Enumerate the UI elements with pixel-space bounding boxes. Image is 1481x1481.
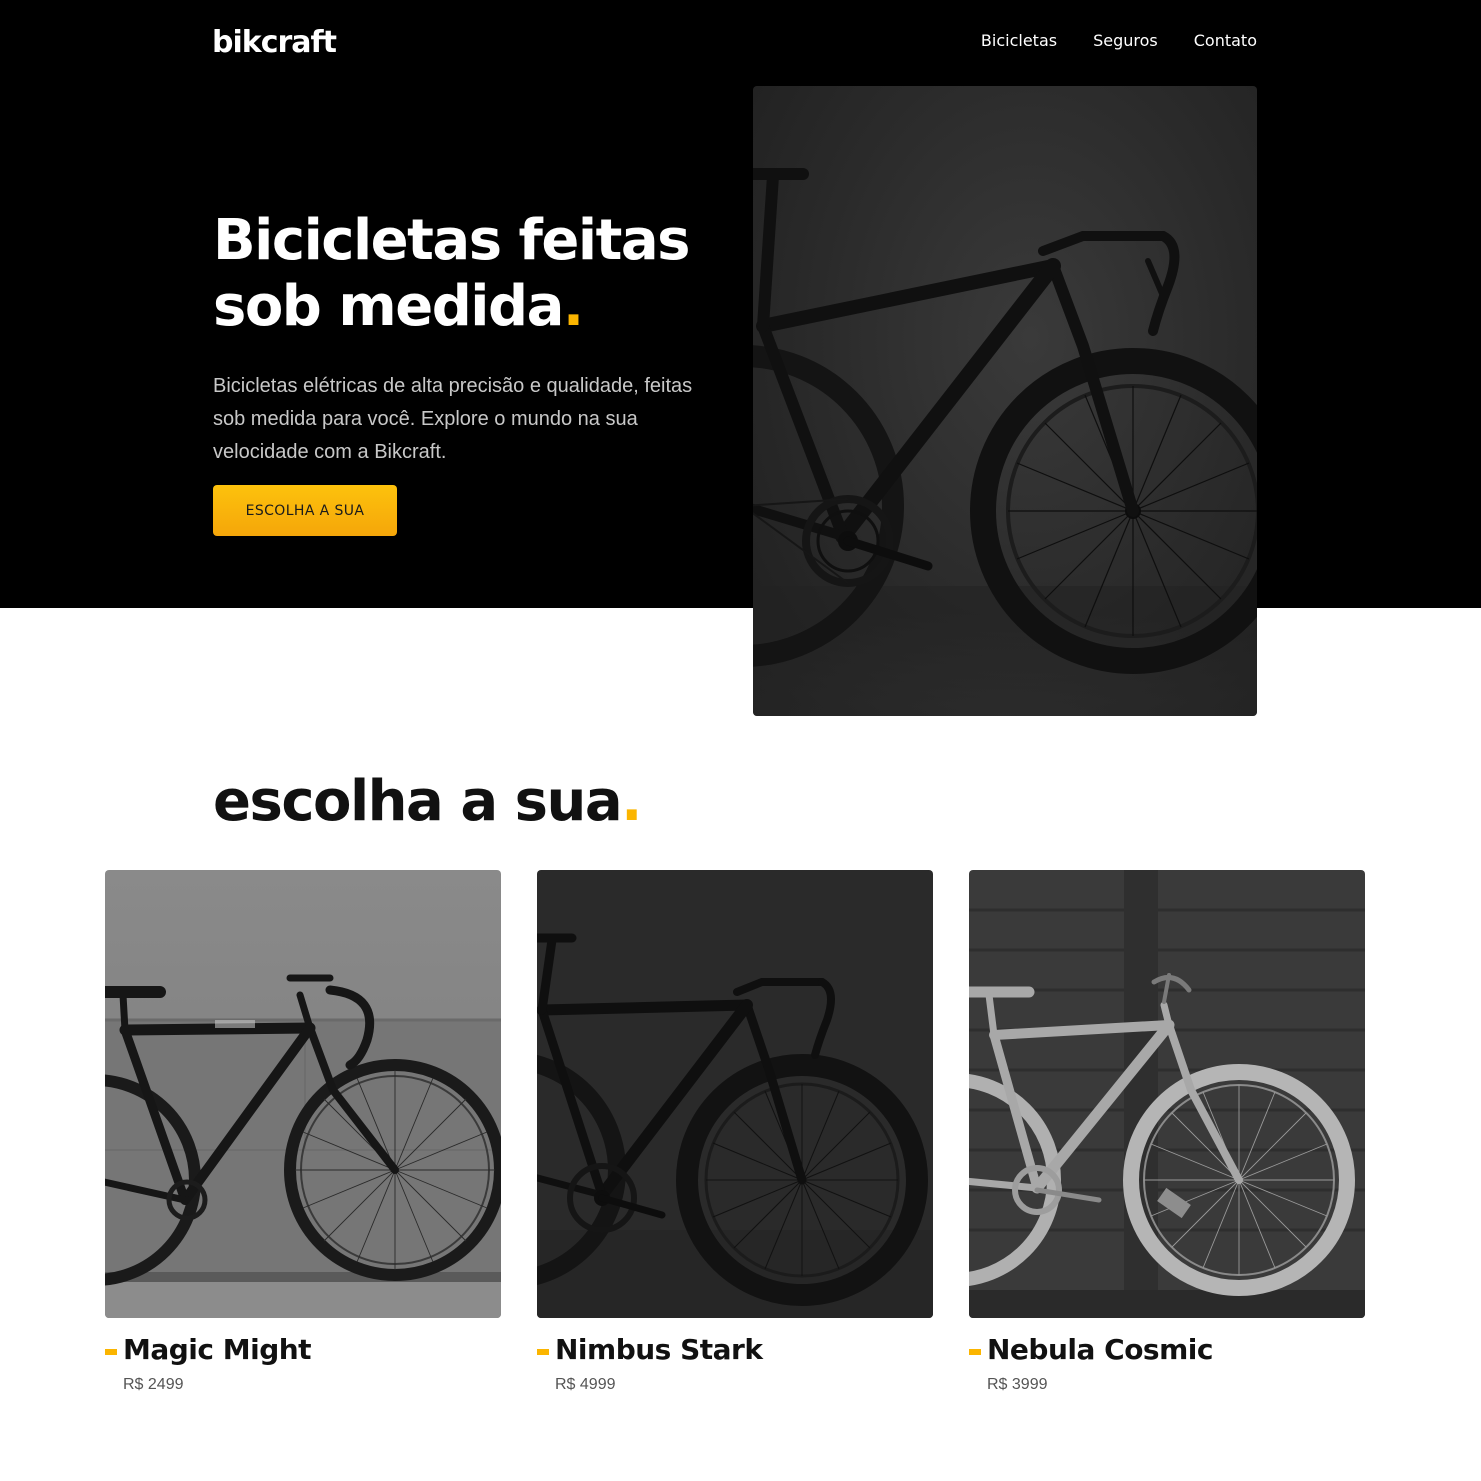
section-title-text: escolha a sua bbox=[213, 769, 623, 834]
product-name-text: Nimbus Stark bbox=[555, 1333, 763, 1366]
fixie-bike-illustration bbox=[105, 870, 501, 1318]
choose-yours-button[interactable]: ESCOLHA A SUA bbox=[213, 485, 397, 536]
product-image[interactable] bbox=[969, 870, 1365, 1318]
hero-title-dot: . bbox=[562, 274, 584, 339]
hero-bike-image bbox=[753, 86, 1257, 716]
nav-link-contato[interactable]: Contato bbox=[1194, 30, 1257, 52]
product-card-nimbus-stark[interactable]: Nimbus Stark R$ 4999 bbox=[537, 870, 933, 1396]
hero-description: Bicicletas elétricas de alta precisão e … bbox=[213, 375, 693, 463]
road-bike-illustration bbox=[537, 870, 933, 1318]
product-price: R$ 4999 bbox=[555, 1376, 616, 1393]
product-name[interactable]: Magic Might bbox=[105, 1332, 501, 1368]
section-title-dot: . bbox=[621, 769, 642, 834]
product-card-magic-might[interactable]: Magic Might R$ 2499 bbox=[105, 870, 501, 1396]
product-price: R$ 3999 bbox=[987, 1376, 1048, 1393]
name-marker bbox=[105, 1349, 117, 1355]
hero-title-line1: Bicicletas feitas bbox=[213, 208, 690, 273]
hero-title-line2: sob medida bbox=[213, 274, 564, 339]
product-image[interactable] bbox=[537, 870, 933, 1318]
name-marker bbox=[969, 1349, 981, 1355]
name-marker bbox=[537, 1349, 549, 1355]
nav-link-seguros[interactable]: Seguros bbox=[1093, 30, 1158, 52]
road-bike-illustration bbox=[753, 168, 1257, 716]
product-name[interactable]: Nebula Cosmic bbox=[969, 1332, 1365, 1368]
hero-title: Bicicletas feitas sob medida. bbox=[213, 208, 733, 340]
nav-link-bicicletas[interactable]: Bicicletas bbox=[981, 30, 1057, 52]
main-nav: Bicicletas Seguros Contato bbox=[981, 30, 1257, 52]
product-price: R$ 2499 bbox=[123, 1376, 184, 1393]
white-bike-illustration bbox=[969, 870, 1365, 1318]
product-image[interactable] bbox=[105, 870, 501, 1318]
product-name-text: Magic Might bbox=[123, 1333, 312, 1366]
product-name-text: Nebula Cosmic bbox=[987, 1333, 1213, 1366]
logo[interactable]: bikcraft bbox=[212, 24, 337, 62]
product-card-nebula-cosmic[interactable]: Nebula Cosmic R$ 3999 bbox=[969, 870, 1365, 1396]
product-name[interactable]: Nimbus Stark bbox=[537, 1332, 933, 1368]
section-title: escolha a sua. bbox=[213, 766, 642, 838]
